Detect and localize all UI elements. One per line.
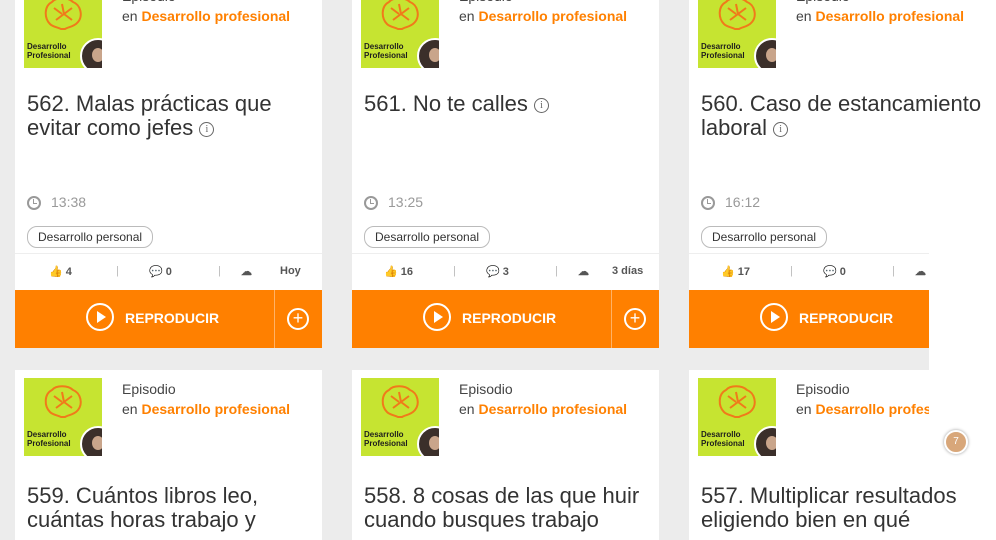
clock-icon (364, 196, 378, 210)
clock-icon (701, 196, 715, 210)
info-icon[interactable]: i (773, 121, 789, 137)
episode-thumbnail[interactable]: Desarrollo Profesional (698, 378, 776, 456)
episode-card[interactable]: Desarrollo Profesional Episodio en Desar… (352, 370, 659, 540)
brain-icon (718, 385, 756, 418)
add-to-list-button[interactable]: + (624, 308, 646, 330)
program-link[interactable]: Desarrollo profesional (478, 8, 627, 24)
episode-thumbnail[interactable]: Desarrollo Profesional (24, 378, 102, 456)
program-link[interactable]: Desarrollo profesional (141, 401, 290, 417)
info-icon[interactable]: i (199, 121, 215, 137)
category-tag[interactable]: Desarrollo personal (27, 226, 154, 248)
duration-text: 13:25 (388, 194, 424, 210)
program-link[interactable]: Desarrollo profesional (815, 8, 964, 24)
play-button[interactable]: REPRODUCIR (689, 290, 949, 348)
comment-count: 3 (502, 266, 509, 278)
program-link[interactable]: Desarrollo profesional (141, 8, 290, 24)
like-count: 4 (65, 266, 72, 278)
separator: | (892, 265, 895, 277)
episode-duration: 16:12 (701, 194, 760, 210)
duration-text: 13:38 (51, 194, 87, 210)
program-link[interactable]: Desarrollo profesional (478, 401, 627, 417)
category-tag[interactable]: Desarrollo personal (364, 226, 491, 248)
brain-icon (718, 0, 756, 30)
separator: | (555, 265, 558, 277)
episode-title[interactable]: 560. Caso de estancamiento laboral i (701, 92, 991, 140)
episode-title-text: 560. Caso de estancamiento laboral (701, 91, 982, 140)
play-icon (86, 303, 114, 331)
episode-meta: Episodio en Desarrollo profesional (122, 379, 290, 419)
like-button[interactable]: 👍 4 (49, 265, 72, 278)
episode-duration: 13:25 (364, 194, 423, 210)
comment-count: 0 (839, 266, 846, 278)
in-label: en (796, 401, 812, 417)
info-icon[interactable]: i (534, 97, 549, 113)
in-label: en (459, 401, 475, 417)
play-icon (760, 303, 788, 331)
in-label: en (122, 401, 138, 417)
upload-icon: ☁ (915, 266, 926, 278)
category-tag[interactable]: Desarrollo personal (701, 226, 828, 248)
comment-count: 0 (165, 266, 172, 278)
episode-label: Episodio (459, 381, 513, 397)
separator: | (790, 265, 793, 277)
episode-thumbnail[interactable]: Desarrollo Profesional (361, 0, 439, 68)
episode-title[interactable]: 557. Multiplicar resultados eligiendo bi… (701, 484, 991, 532)
episode-thumbnail[interactable]: Desarrollo Profesional (698, 0, 776, 68)
play-button[interactable]: REPRODUCIR (352, 290, 612, 348)
episode-meta: Episodio en Desarrollo profesional (459, 379, 627, 419)
episode-title[interactable]: 562. Malas prácticas que evitar como jef… (27, 92, 317, 140)
episode-label: Episodio (122, 381, 176, 397)
like-button[interactable]: 👍 16 (384, 265, 413, 278)
in-label: en (796, 8, 812, 24)
like-count: 16 (400, 266, 414, 278)
episode-title[interactable]: 558. 8 cosas de las que huir cuando busq… (364, 484, 654, 532)
publish-date: Hoy (280, 265, 301, 277)
episode-stats: 👍 16 | 💬 3 | ☁ 3 días (352, 253, 659, 290)
publish-date: 3 días (612, 265, 644, 277)
play-bar: REPRODUCIR + (15, 290, 322, 348)
comment-button[interactable]: 💬 0 (149, 265, 172, 278)
episode-title-text: 562. Malas prácticas que evitar como jef… (27, 91, 272, 140)
like-count: 17 (737, 266, 751, 278)
add-to-list-button[interactable]: + (287, 308, 309, 330)
play-bar: REPRODUCIR + (352, 290, 659, 348)
episode-title[interactable]: 561. No te calles i (364, 92, 654, 116)
brain-icon (381, 385, 419, 418)
play-label: REPRODUCIR (462, 310, 557, 326)
separator: | (453, 265, 456, 277)
episode-duration: 13:38 (27, 194, 86, 210)
play-label: REPRODUCIR (125, 310, 220, 326)
clock-icon (27, 196, 41, 210)
brain-icon (44, 385, 82, 418)
episode-title-text: 561. No te calles (364, 91, 528, 116)
separator: | (116, 265, 119, 277)
brain-icon (381, 0, 419, 30)
episode-card[interactable]: Desarrollo Profesional Episodio en Desar… (15, 370, 322, 540)
notification-badge[interactable]: 7 (944, 430, 968, 454)
episode-thumbnail[interactable]: Desarrollo Profesional (24, 0, 102, 68)
episode-stats: 👍 4 | 💬 0 | ☁ Hoy (15, 253, 322, 290)
episode-title[interactable]: 559. Cuántos libros leo, cuántas horas t… (27, 484, 317, 532)
episode-card[interactable]: Desarrollo Profesional Episodio en Desar… (352, 0, 659, 348)
brain-icon (44, 0, 82, 30)
episode-meta: Episodio en Desarrollo profesional (122, 0, 290, 26)
episode-meta: Episodio en Desarrollo profesional (459, 0, 627, 26)
episode-meta: Episodio en Desarrollo profesional (796, 0, 964, 26)
play-button[interactable]: REPRODUCIR (15, 290, 275, 348)
separator: | (218, 265, 221, 277)
in-label: en (122, 8, 138, 24)
episode-card[interactable]: Desarrollo Profesional Episodio en Desar… (15, 0, 322, 348)
duration-text: 16:12 (725, 194, 761, 210)
comment-button[interactable]: 💬 3 (486, 265, 509, 278)
like-button[interactable]: 👍 17 (721, 265, 750, 278)
upload-icon: ☁ (578, 266, 589, 278)
play-label: REPRODUCIR (799, 310, 894, 326)
in-label: en (459, 8, 475, 24)
upload-icon: ☁ (241, 266, 252, 278)
play-icon (423, 303, 451, 331)
comment-button[interactable]: 💬 0 (823, 265, 846, 278)
episode-thumbnail[interactable]: Desarrollo Profesional (361, 378, 439, 456)
